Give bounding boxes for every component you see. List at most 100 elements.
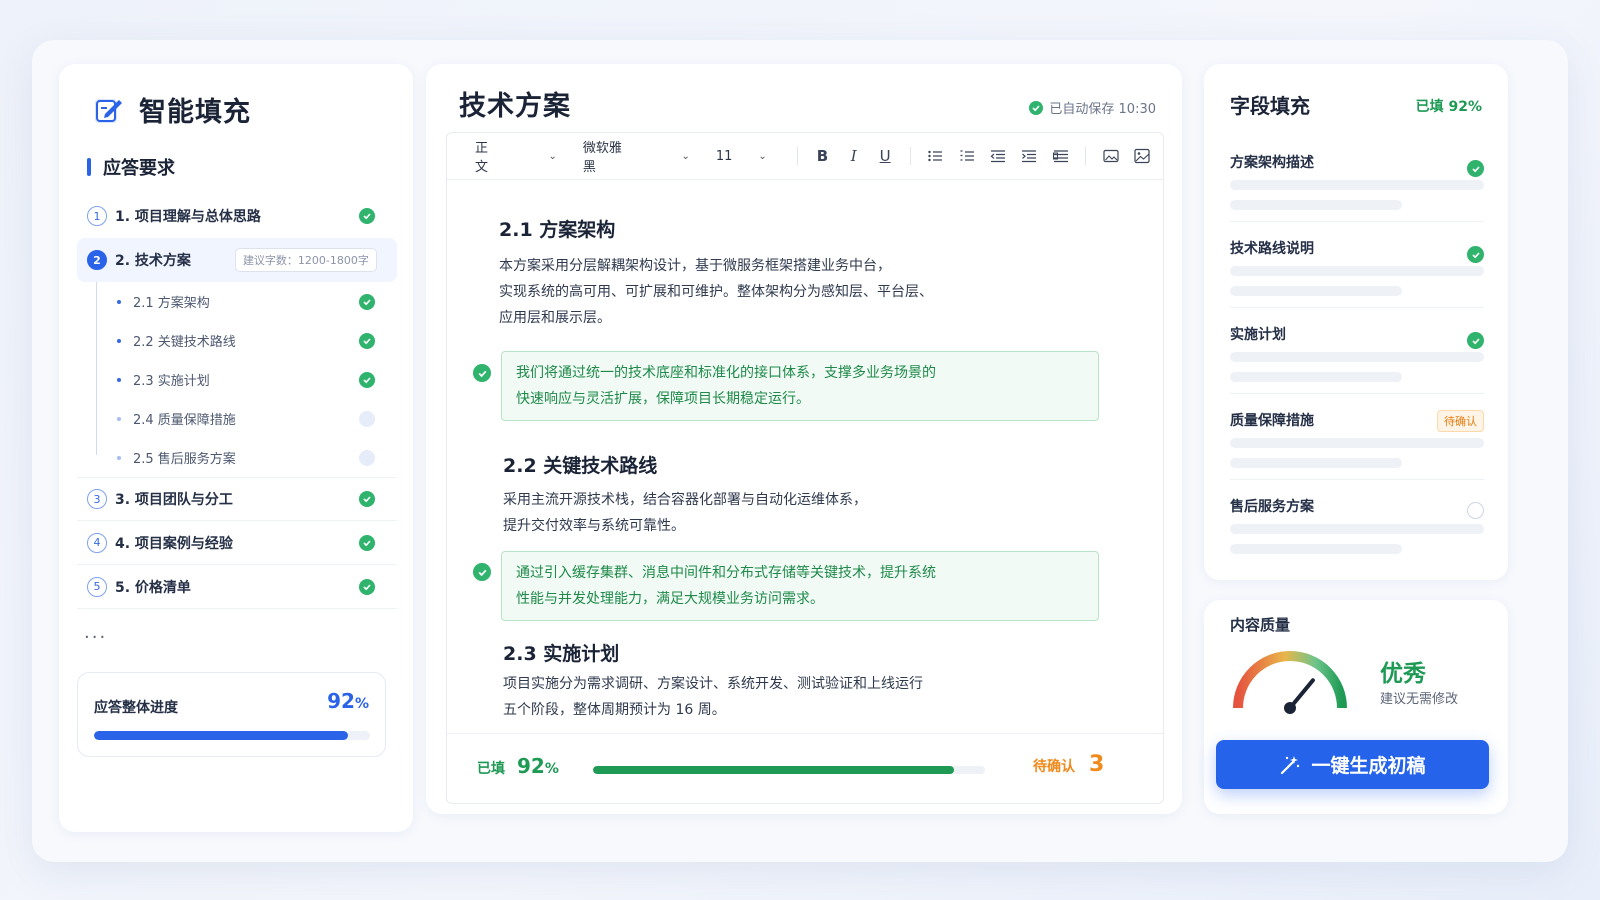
- item-number: 1: [87, 206, 107, 226]
- font-size-value: 11: [715, 148, 733, 164]
- autosave-text: 已自动保存 10:30: [1049, 102, 1156, 117]
- section-paragraph: 项目实施分为需求调研、方案设计、系统开发、测试验证和上线运行 五个阶段，整体周期…: [503, 676, 923, 718]
- field-item[interactable]: 质量保障措施 待确认: [1230, 394, 1484, 480]
- underline-icon[interactable]: U: [874, 145, 895, 167]
- check-icon: [1467, 332, 1484, 349]
- outline-item-label: 5. 价格清单: [115, 579, 191, 596]
- insert-picture-icon[interactable]: [1132, 145, 1153, 167]
- placeholder-line: [1230, 286, 1402, 296]
- font-family-select[interactable]: 微软雅黑 ⌄: [583, 137, 690, 175]
- font-size-select[interactable]: 11 ⌄: [716, 149, 767, 164]
- sub-item-label: 2.5 售后服务方案: [133, 452, 236, 467]
- paragraph-style-select[interactable]: 正文 ⌄: [475, 137, 557, 175]
- item-number: 3: [87, 489, 107, 509]
- toolbar-divider: [909, 147, 911, 165]
- placeholder-line: [1230, 200, 1402, 210]
- bullet: [117, 338, 121, 343]
- placeholder-line: [1230, 524, 1484, 534]
- insert-image-icon[interactable]: [1100, 145, 1121, 167]
- saved-check-icon: [1029, 100, 1044, 115]
- outline-item-label: 3. 项目团队与分工: [115, 492, 233, 508]
- field-list: 方案架构描述 技术路线说明 实施计划 质量保障措施 待确认 售后服务方案: [1230, 136, 1484, 566]
- check-icon: [359, 293, 375, 310]
- ai-filled-paragraph[interactable]: 我们将通过统一的技术底座和标准化的接口体系，支撑多业务场景的 快速响应与灵活扩展…: [501, 351, 1099, 421]
- field-item[interactable]: 技术路线说明: [1230, 222, 1484, 308]
- filled-progress-fill: [593, 766, 954, 774]
- outline-list: 1 1. 项目理解与总体思路 2 2. 技术方案 建议字数：1200-1800字…: [77, 194, 397, 609]
- numbered-list-icon[interactable]: [956, 145, 977, 167]
- pending-count: 3: [1089, 752, 1105, 777]
- bold-icon[interactable]: B: [812, 145, 833, 167]
- toolbar-divider: [796, 147, 798, 165]
- section-title: 应答要求: [87, 154, 175, 180]
- magic-wand-icon: [1281, 755, 1300, 774]
- bullet: [117, 377, 121, 382]
- fill-status-bar: 已填 92% 待确认 3: [447, 733, 1163, 803]
- field-item[interactable]: 方案架构描述: [1230, 136, 1484, 222]
- more-items-ellipsis[interactable]: ...: [84, 622, 107, 643]
- progress-value: 92%: [327, 689, 369, 713]
- empty-circle-icon: [1467, 502, 1484, 519]
- progress-track: [94, 731, 370, 740]
- sub-item-label: 2.4 质量保障措施: [133, 413, 236, 428]
- placeholder-line: [1230, 352, 1484, 362]
- sub-item-2-3[interactable]: 2.3 实施计划: [77, 360, 397, 399]
- sub-item-label: 2.1 方案架构: [133, 296, 210, 311]
- sub-item-2-4[interactable]: 2.4 质量保障措施: [77, 399, 397, 438]
- filled-check-icon: [473, 364, 491, 382]
- outdent-icon[interactable]: [987, 145, 1008, 167]
- editor-toolbar: 正文 ⌄ 微软雅黑 ⌄ 11 ⌄ B I U: [447, 133, 1163, 180]
- pending-label: 待确认: [1033, 759, 1075, 775]
- progress-fill: [94, 731, 348, 740]
- field-item[interactable]: 售后服务方案: [1230, 480, 1484, 566]
- outline-item-1[interactable]: 1 1. 项目理解与总体思路: [77, 194, 397, 238]
- sub-item-2-2[interactable]: 2.2 关键技术路线: [77, 321, 397, 360]
- quality-grade: 优秀: [1380, 661, 1426, 687]
- check-icon: [359, 491, 375, 507]
- pending-summary[interactable]: 待确认 3: [1033, 752, 1104, 777]
- outline-item-4[interactable]: 4 4. 项目案例与经验: [77, 521, 397, 565]
- sub-item-2-1[interactable]: 2.1 方案架构: [77, 282, 397, 321]
- ai-filled-paragraph[interactable]: 通过引入缓存集群、消息中间件和分布式存储等关键技术，提升系统 性能与并发处理能力…: [501, 551, 1099, 621]
- panel-title: 内容质量: [1230, 616, 1291, 634]
- outline-item-2[interactable]: 2 2. 技术方案 建议字数：1200-1800字: [77, 238, 397, 282]
- italic-icon[interactable]: I: [843, 145, 864, 167]
- outline-item-label: 2. 技术方案: [115, 253, 191, 269]
- field-item[interactable]: 实施计划: [1230, 308, 1484, 394]
- align-icon[interactable]: [1050, 145, 1071, 167]
- section-heading: 2.1 方案架构: [499, 219, 616, 241]
- document-panel: 技术方案 已自动保存 10:30 正文 ⌄ 微软雅黑 ⌄ 11 ⌄ B I U: [426, 64, 1182, 814]
- check-icon: [1467, 160, 1484, 177]
- sub-item-2-5[interactable]: 2.5 售后服务方案: [77, 438, 397, 477]
- sub-item-label: 2.2 关键技术路线: [133, 335, 236, 350]
- section-paragraph: 采用主流开源技术栈，结合容器化部署与自动化运维体系， 提升交付效率与系统可靠性。: [503, 492, 867, 534]
- check-icon: [359, 371, 375, 388]
- sub-item-label: 2.3 实施计划: [133, 374, 210, 389]
- rich-text-editor[interactable]: 正文 ⌄ 微软雅黑 ⌄ 11 ⌄ B I U 2.1 方案架构 本方案采用分层解…: [446, 132, 1164, 804]
- placeholder-line: [1230, 266, 1484, 276]
- filled-progress-track: [593, 766, 985, 774]
- outline-item-3[interactable]: 3 3. 项目团队与分工: [77, 477, 397, 521]
- pending-badge: 待确认: [1437, 410, 1484, 432]
- field-name: 实施计划: [1230, 327, 1286, 343]
- placeholder-line: [1230, 438, 1484, 448]
- placeholder-line: [1230, 544, 1402, 554]
- chevron-down-icon: ⌄: [758, 150, 767, 162]
- bullet: [117, 299, 121, 304]
- font-family-value: 微软雅黑: [582, 141, 622, 175]
- outline-item-5[interactable]: 5 5. 价格清单: [77, 565, 397, 609]
- quality-panel: 内容质量 优秀 建议无需修改 一键生成初稿: [1204, 600, 1508, 814]
- filled-label: 已填: [477, 761, 505, 777]
- bullet-list-icon[interactable]: [925, 145, 946, 167]
- check-icon: [359, 578, 375, 595]
- field-name: 技术路线说明: [1230, 241, 1314, 257]
- filled-check-icon: [473, 563, 491, 581]
- item-number: 4: [87, 532, 107, 553]
- check-icon: [1467, 246, 1484, 263]
- section-heading: 2.2 关键技术路线: [503, 455, 658, 477]
- word-count-badge: 建议字数：1200-1800字: [234, 248, 377, 272]
- placeholder-line: [1230, 372, 1402, 382]
- pending-status-icon: [359, 449, 375, 466]
- generate-draft-button[interactable]: 一键生成初稿: [1216, 740, 1489, 789]
- indent-icon[interactable]: [1019, 145, 1040, 167]
